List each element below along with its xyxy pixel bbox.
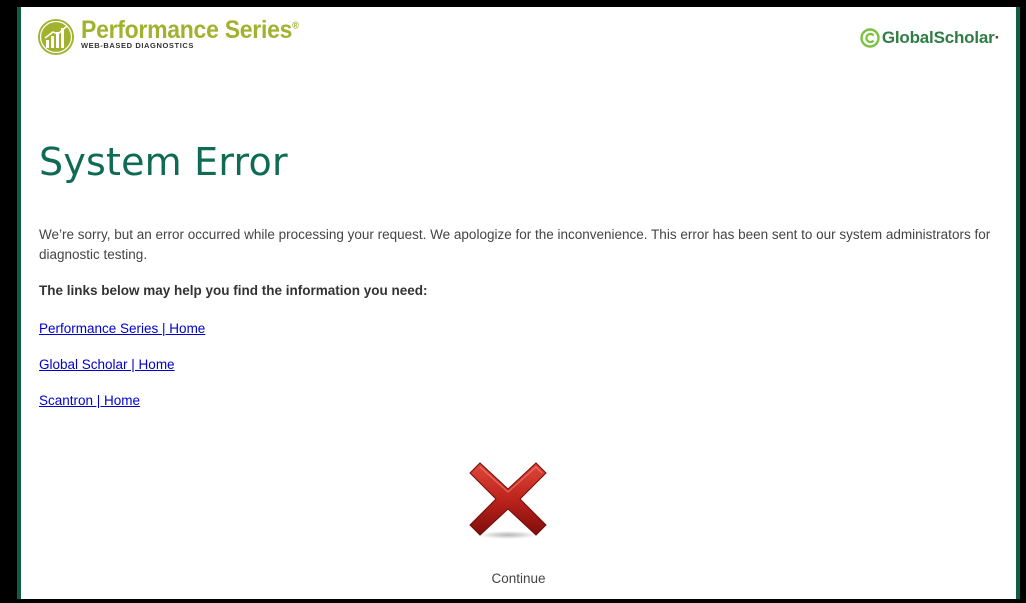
page-title: System Error: [39, 140, 288, 184]
globalscholar-logo[interactable]: GlobalScholar·: [860, 28, 1000, 48]
partner-name-dot: ·: [994, 28, 1001, 47]
link-performance-series-home[interactable]: Performance Series | Home: [39, 321, 205, 336]
x-mark-icon: [469, 462, 547, 539]
continue-button[interactable]: Continue: [21, 571, 1016, 586]
page-frame: Performance Series® WEB-BASED DIAGNOSTIC…: [17, 7, 1020, 599]
registered-mark: ®: [292, 20, 299, 32]
performance-series-logo-icon: [38, 19, 74, 55]
error-message: We’re sorry, but an error occurred while…: [39, 227, 991, 262]
links-heading: The links below may help you find the in…: [39, 283, 428, 298]
globalscholar-logo-icon: [860, 28, 880, 48]
page-header: Performance Series® WEB-BASED DIAGNOSTIC…: [21, 7, 1016, 67]
link-scantron-home[interactable]: Scantron | Home: [39, 393, 140, 408]
performance-series-logo[interactable]: Performance Series® WEB-BASED DIAGNOSTIC…: [37, 18, 318, 62]
link-global-scholar-home[interactable]: Global Scholar | Home: [39, 357, 175, 372]
product-name: Performance Series®: [81, 16, 299, 44]
partner-name: GlobalScholar·: [881, 28, 1001, 47]
